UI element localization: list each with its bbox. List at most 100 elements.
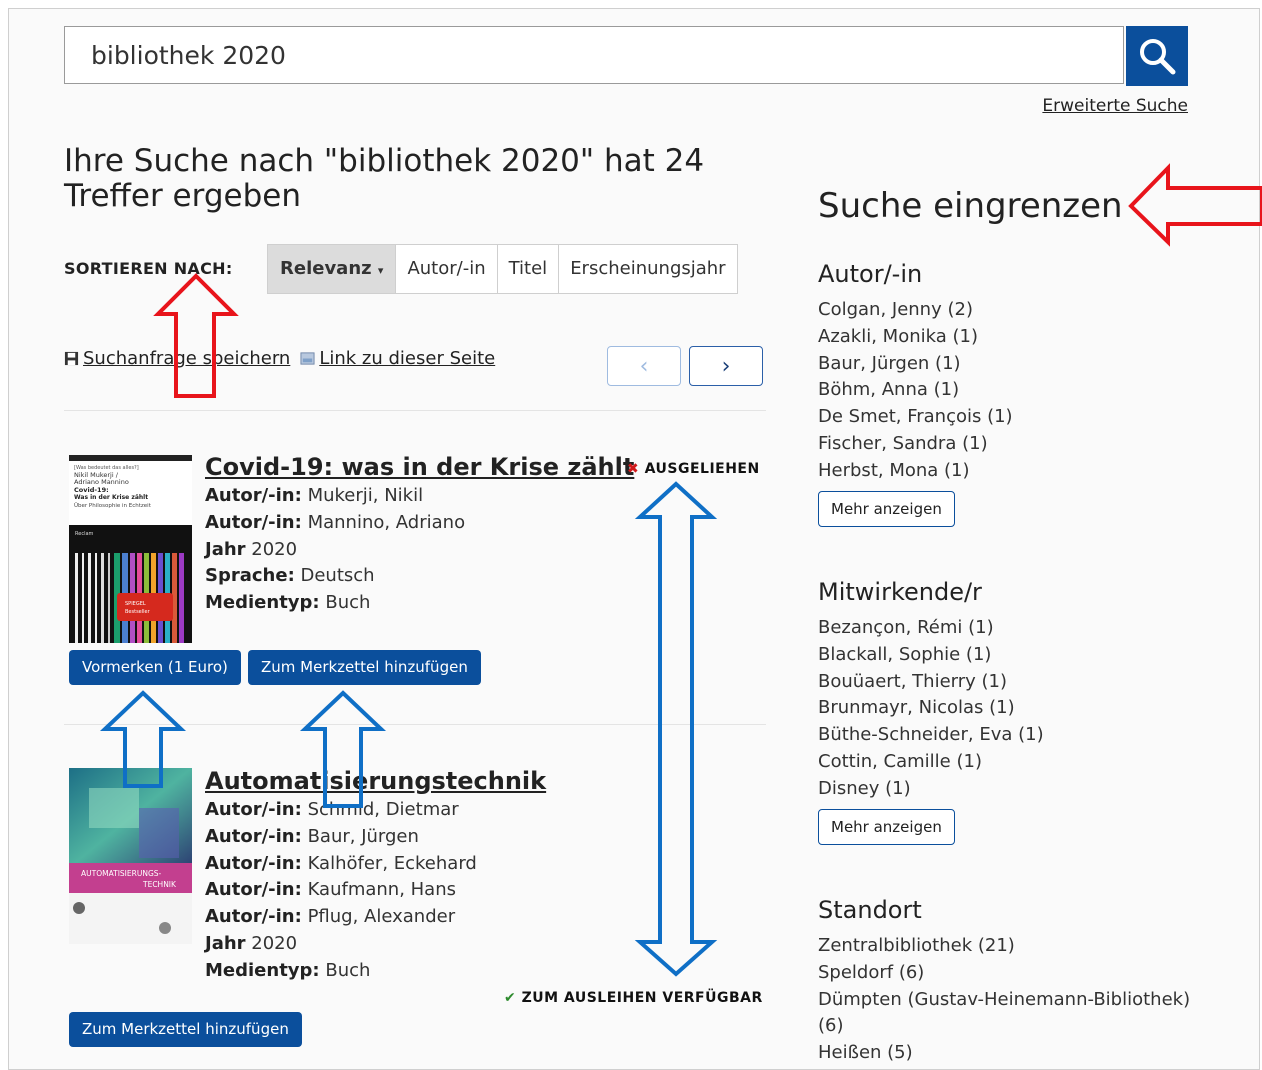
cover-text: Adriano Mannino xyxy=(74,478,129,486)
facet-item[interactable]: Dümpten (Gustav-Heinemann-Bibliothek) xyxy=(818,987,1190,1014)
sort-relevance-label: Relevanz xyxy=(280,258,372,279)
meta-row: Autor/-in: Mannino, Adriano xyxy=(205,510,465,537)
meta-row: Medientyp: Buch xyxy=(205,590,465,617)
facet-item[interactable]: Zentralbibliothek (21) xyxy=(818,933,1190,960)
cover-text: Über Philosophie in Echtzeit xyxy=(74,502,152,509)
add-to-watchlist-button[interactable]: Zum Merkzettel hinzufügen xyxy=(248,650,481,685)
cover-text: Bestseller xyxy=(125,609,151,615)
meta-value: Buch xyxy=(325,959,371,981)
floppy-disk-icon xyxy=(64,351,79,366)
link-image-icon xyxy=(300,352,315,365)
result-meta: Autor/-in: Schmid, Dietmar Autor/-in: Ba… xyxy=(205,797,477,985)
sort-label: SORTIEREN NACH: xyxy=(64,259,233,278)
facet-item[interactable]: Cottin, Camille (1) xyxy=(818,749,1044,776)
facet-item[interactable]: Baur, Jürgen (1) xyxy=(818,351,1013,378)
meta-value: 2020 xyxy=(251,538,298,560)
chevron-left-icon: ‹ xyxy=(639,353,649,379)
sort-title[interactable]: Titel xyxy=(498,245,560,293)
facet-heading-contributor: Mitwirkende/r xyxy=(818,578,982,606)
result-meta: Autor/-in: Mukerji, Nikil Autor/-in: Man… xyxy=(205,483,465,617)
pager-next-button[interactable]: › xyxy=(689,346,763,386)
search-icon xyxy=(1140,39,1176,75)
meta-row: Jahr 2020 xyxy=(205,931,477,958)
meta-label: Autor/-in: xyxy=(205,906,302,928)
meta-row: Autor/-in: Mukerji, Nikil xyxy=(205,483,465,510)
meta-label: Jahr xyxy=(205,932,246,954)
result-title-link[interactable]: Covid-19: was in der Krise zählt xyxy=(205,453,634,481)
facet-item[interactable]: Bouüaert, Thierry (1) xyxy=(818,669,1044,696)
meta-value: Mukerji, Nikil xyxy=(307,485,424,506)
facet-item[interactable]: Bezançon, Rémi (1) xyxy=(818,615,1044,642)
facet-list-contributor: Bezançon, Rémi (1) Blackall, Sophie (1) … xyxy=(818,615,1044,803)
cover-text: Was in der Krise zählt xyxy=(74,494,148,501)
cover-text: Reclam xyxy=(75,531,94,537)
chevron-right-icon: › xyxy=(721,353,731,379)
search-button[interactable] xyxy=(1126,26,1188,86)
availability-status: ✖ AUSGELIEHEN xyxy=(627,461,760,477)
meta-value: Pflug, Alexander xyxy=(307,906,456,928)
facet-item[interactable]: Herbst, Mona (1) xyxy=(818,458,1013,485)
facet-item[interactable]: Blackall, Sophie (1) xyxy=(818,642,1044,669)
meta-row: Jahr 2020 xyxy=(205,537,465,564)
facet-item[interactable]: Büthe-Schneider, Eva (1) xyxy=(818,722,1044,749)
meta-label: Jahr xyxy=(205,538,246,560)
results-headline: Ihre Suche nach "bibliothek 2020" hat 24… xyxy=(64,143,705,214)
meta-value: Kaufmann, Hans xyxy=(307,879,457,901)
availability-status: ✔ ZUM AUSLEIHEN VERFÜGBAR xyxy=(504,990,763,1006)
result-tools: Suchanfrage speichern Link zu dieser Sei… xyxy=(64,348,495,369)
cover-text: SPIEGEL xyxy=(125,601,146,607)
divider xyxy=(64,410,766,411)
meta-value: 2020 xyxy=(251,932,298,954)
meta-value: Mannino, Adriano xyxy=(307,511,466,533)
show-more-contributors-button[interactable]: Mehr anzeigen xyxy=(818,809,955,845)
show-more-authors-button[interactable]: Mehr anzeigen xyxy=(818,491,955,527)
facet-item[interactable]: Heißen (5) xyxy=(818,1040,1190,1067)
meta-row: Autor/-in: Baur, Jürgen xyxy=(205,824,477,851)
facet-heading-author: Autor/-in xyxy=(818,260,923,288)
facet-item[interactable]: Fischer, Sandra (1) xyxy=(818,431,1013,458)
sort-author[interactable]: Autor/-in xyxy=(396,245,498,293)
cross-icon: ✖ xyxy=(627,461,640,477)
facet-item: (6) xyxy=(818,1015,844,1037)
facet-item[interactable]: Disney (1) xyxy=(818,776,1044,803)
meta-value: Buch xyxy=(325,592,371,614)
book-cover-automatisierung[interactable]: AUTOMATISIERUNGS- TECHNIK xyxy=(69,768,192,944)
advanced-search-link[interactable]: Erweiterte Suche xyxy=(1042,96,1188,116)
reserve-button[interactable]: Vormerken (1 Euro) xyxy=(69,650,241,685)
meta-row: Sprache: Deutsch xyxy=(205,563,465,590)
facet-heading-location: Standort xyxy=(818,896,922,924)
status-text: AUSGELIEHEN xyxy=(644,461,760,477)
sort-options: Relevanz ▾ Autor/-in Titel Erscheinungsj… xyxy=(267,244,738,294)
book-cover-covid[interactable]: [Was bedeutet das alles?] Nikil Mukerji … xyxy=(69,455,192,643)
add-to-watchlist-button[interactable]: Zum Merkzettel hinzufügen xyxy=(69,1012,302,1047)
status-text: ZUM AUSLEIHEN VERFÜGBAR xyxy=(521,990,763,1006)
meta-row: Autor/-in: Kalhöfer, Eckehard xyxy=(205,851,477,878)
meta-label: Autor/-in: xyxy=(205,511,302,533)
facet-item[interactable]: Böhm, Anna (1) xyxy=(818,377,1013,404)
cover-text: AUTOMATISIERUNGS- xyxy=(81,869,162,878)
cover-text: TECHNIK xyxy=(142,880,177,889)
meta-label: Autor/-in: xyxy=(205,485,302,506)
facet-item[interactable]: De Smet, François (1) xyxy=(818,404,1013,431)
pager-prev-button[interactable]: ‹ xyxy=(607,346,681,386)
result-title-link[interactable]: Automatisierungstechnik xyxy=(205,767,546,795)
sort-relevance[interactable]: Relevanz ▾ xyxy=(268,245,397,293)
meta-label: Medientyp: xyxy=(205,592,320,614)
meta-row: Autor/-in: Kaufmann, Hans xyxy=(205,877,477,904)
search-input[interactable]: bibliothek 2020 xyxy=(64,26,1124,84)
page-link[interactable]: Link zu dieser Seite xyxy=(319,348,495,369)
meta-label: Autor/-in: xyxy=(205,799,302,820)
meta-value: Kalhöfer, Eckehard xyxy=(307,852,477,874)
facet-item[interactable]: Brunmayr, Nicolas (1) xyxy=(818,695,1044,722)
check-icon: ✔ xyxy=(504,990,517,1006)
facet-item[interactable]: Azakli, Monika (1) xyxy=(818,324,1013,351)
facet-item[interactable]: Colgan, Jenny (2) xyxy=(818,297,1013,324)
meta-row: Autor/-in: Schmid, Dietmar xyxy=(205,797,477,824)
facets-title: Suche eingrenzen xyxy=(818,186,1123,226)
search-bar: bibliothek 2020 xyxy=(64,26,1188,86)
meta-value: Deutsch xyxy=(300,565,375,587)
facet-item[interactable]: Speldorf (6) xyxy=(818,960,1190,987)
sort-year[interactable]: Erscheinungsjahr xyxy=(559,245,736,293)
save-query-link[interactable]: Suchanfrage speichern xyxy=(83,348,290,369)
meta-label: Sprache: xyxy=(205,565,295,587)
